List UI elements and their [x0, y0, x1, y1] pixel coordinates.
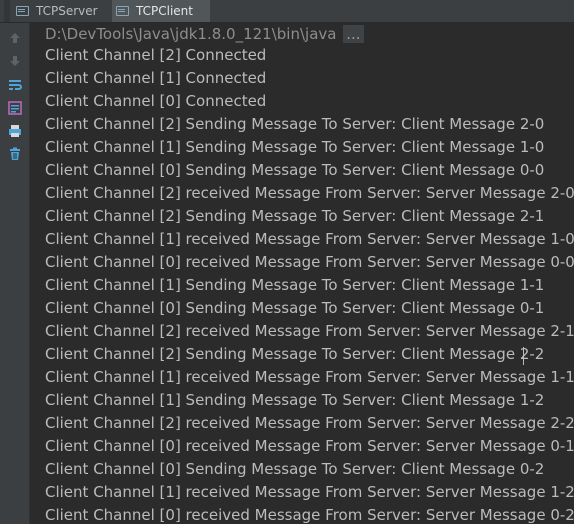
- output-line: Client Channel [2] Sending Message To Se…: [45, 345, 545, 363]
- output-line: Client Channel [1] Sending Message To Se…: [45, 138, 545, 156]
- scroll-to-end-icon[interactable]: [6, 99, 24, 117]
- output-line: Client Channel [1] received Message From…: [45, 230, 574, 248]
- tab-tcpserver[interactable]: TCPServer: [0, 0, 112, 22]
- console-tab-icon: [116, 5, 130, 17]
- output-line: Client Channel [1] received Message From…: [45, 368, 574, 386]
- output-line: Client Channel [0] Sending Message To Se…: [45, 460, 545, 478]
- tab-tcpclient[interactable]: TCPClient: [112, 0, 210, 22]
- command-line: D:\DevTools\Java\jdk1.8.0_121\bin\java .…: [45, 25, 364, 43]
- command-text: D:\DevTools\Java\jdk1.8.0_121\bin\java: [45, 25, 337, 43]
- console-output[interactable]: D:\DevTools\Java\jdk1.8.0_121\bin\java .…: [30, 23, 574, 524]
- trash-icon[interactable]: [6, 145, 24, 163]
- output-lines: Client Channel [2] Connected Client Chan…: [45, 44, 574, 524]
- run-tab-bar: TCPServer TCPClient: [0, 0, 574, 23]
- output-line: Client Channel [0] Sending Message To Se…: [45, 299, 545, 317]
- tab-label: TCPServer: [36, 4, 98, 18]
- console-toolbar: [0, 23, 30, 524]
- output-line: Client Channel [0] received Message From…: [45, 437, 574, 455]
- text-caret: [523, 347, 524, 365]
- arrow-down-icon[interactable]: [6, 52, 24, 70]
- output-line: Client Channel [2] received Message From…: [45, 414, 574, 432]
- output-line: Client Channel [2] Connected: [45, 46, 267, 64]
- output-line: Client Channel [2] received Message From…: [45, 322, 574, 340]
- output-line: Client Channel [1] received Message From…: [45, 483, 574, 501]
- output-line: Client Channel [0] received Message From…: [45, 253, 574, 271]
- tab-label: TCPClient: [136, 4, 193, 18]
- output-line: Client Channel [1] Sending Message To Se…: [45, 276, 545, 294]
- arrow-up-icon[interactable]: [6, 29, 24, 47]
- output-line: Client Channel [0] Connected: [45, 92, 267, 110]
- print-icon[interactable]: [6, 122, 24, 140]
- console-tab-icon: [16, 5, 30, 17]
- output-line: Client Channel [0] received Message From…: [45, 506, 574, 524]
- output-line: Client Channel [0] Sending Message To Se…: [45, 161, 545, 179]
- command-expand-button[interactable]: ...: [343, 25, 364, 43]
- soft-wrap-icon[interactable]: [6, 76, 24, 94]
- output-line: Client Channel [1] Connected: [45, 69, 267, 87]
- output-line: Client Channel [2] received Message From…: [45, 184, 574, 202]
- output-line: Client Channel [1] Sending Message To Se…: [45, 391, 545, 409]
- tab-separator: [4, 0, 10, 22]
- output-line: Client Channel [2] Sending Message To Se…: [45, 207, 545, 225]
- output-line: Client Channel [2] Sending Message To Se…: [45, 115, 545, 133]
